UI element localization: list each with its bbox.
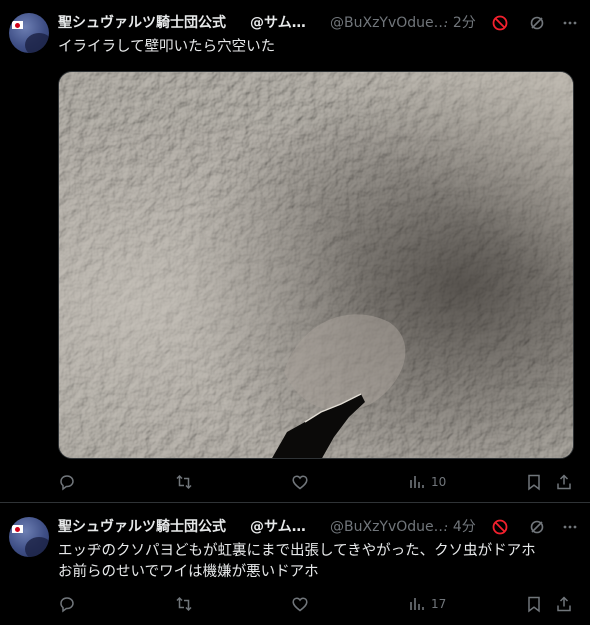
post-header: 聖シュヴァルツ騎士団公式 @サム… @BuXzYvOdue… · 2分 <box>58 12 583 34</box>
avatar-shadow <box>25 537 49 557</box>
post-text: イライラして壁叩いたら穴空いた <box>58 39 276 55</box>
author-name-extra[interactable]: @サム… <box>250 12 306 34</box>
avatar[interactable] <box>9 517 49 557</box>
views-icon[interactable] <box>408 473 426 491</box>
avatar[interactable] <box>9 13 49 53</box>
post-time[interactable]: · 2分 <box>444 12 476 34</box>
views-count: 10 <box>431 475 447 489</box>
share-icon[interactable] <box>555 595 573 613</box>
repost-icon[interactable] <box>175 595 193 613</box>
post-time[interactable]: · 4分 <box>444 516 476 538</box>
author-name-extra[interactable]: @サム… <box>250 516 306 538</box>
post-header: 聖シュヴァルツ騎士団公式 @サム… @BuXzYvOdue… · 4分 <box>58 516 583 538</box>
post-text-line-2: お前らのせいでワイは機嫌が悪いドアホ <box>58 564 319 580</box>
more-icon[interactable] <box>561 14 579 32</box>
block-icon[interactable] <box>492 519 508 535</box>
japan-flag-icon <box>12 21 23 29</box>
post-2[interactable]: 聖シュヴァルツ騎士団公式 @サム… @BuXzYvOdue… · 4分 エッヂの… <box>0 504 590 625</box>
author-name[interactable]: 聖シュヴァルツ騎士団公式 <box>58 516 226 538</box>
reply-icon[interactable] <box>58 595 76 613</box>
author-handle[interactable]: @BuXzYvOdue… <box>330 12 448 34</box>
bookmark-icon[interactable] <box>525 595 543 613</box>
post-text-line-1: エッヂのクソパヨどもが虹裏にまで出張してきやがった、クソ虫がドアホ <box>58 543 536 559</box>
grok-icon[interactable] <box>529 519 545 535</box>
post-actions: 10 <box>58 471 578 493</box>
post-actions: 17 <box>58 593 578 615</box>
japan-flag-icon <box>12 525 23 533</box>
views-count: 17 <box>431 597 447 611</box>
author-name[interactable]: 聖シュヴァルツ騎士団公式 <box>58 12 226 34</box>
reply-icon[interactable] <box>58 473 76 491</box>
wall-photo <box>59 72 573 458</box>
author-handle[interactable]: @BuXzYvOdue… <box>330 516 448 538</box>
block-icon[interactable] <box>492 15 508 31</box>
like-icon[interactable] <box>291 595 309 613</box>
views-icon[interactable] <box>408 595 426 613</box>
share-icon[interactable] <box>555 473 573 491</box>
like-icon[interactable] <box>291 473 309 491</box>
grok-icon[interactable] <box>529 15 545 31</box>
post-1[interactable]: 聖シュヴァルツ騎士団公式 @サム… @BuXzYvOdue… · 2分 イライラ… <box>0 0 590 503</box>
repost-icon[interactable] <box>175 473 193 491</box>
avatar-shadow <box>25 33 49 53</box>
post-media-wall-hole[interactable] <box>58 71 574 459</box>
bookmark-icon[interactable] <box>525 473 543 491</box>
more-icon[interactable] <box>561 518 579 536</box>
